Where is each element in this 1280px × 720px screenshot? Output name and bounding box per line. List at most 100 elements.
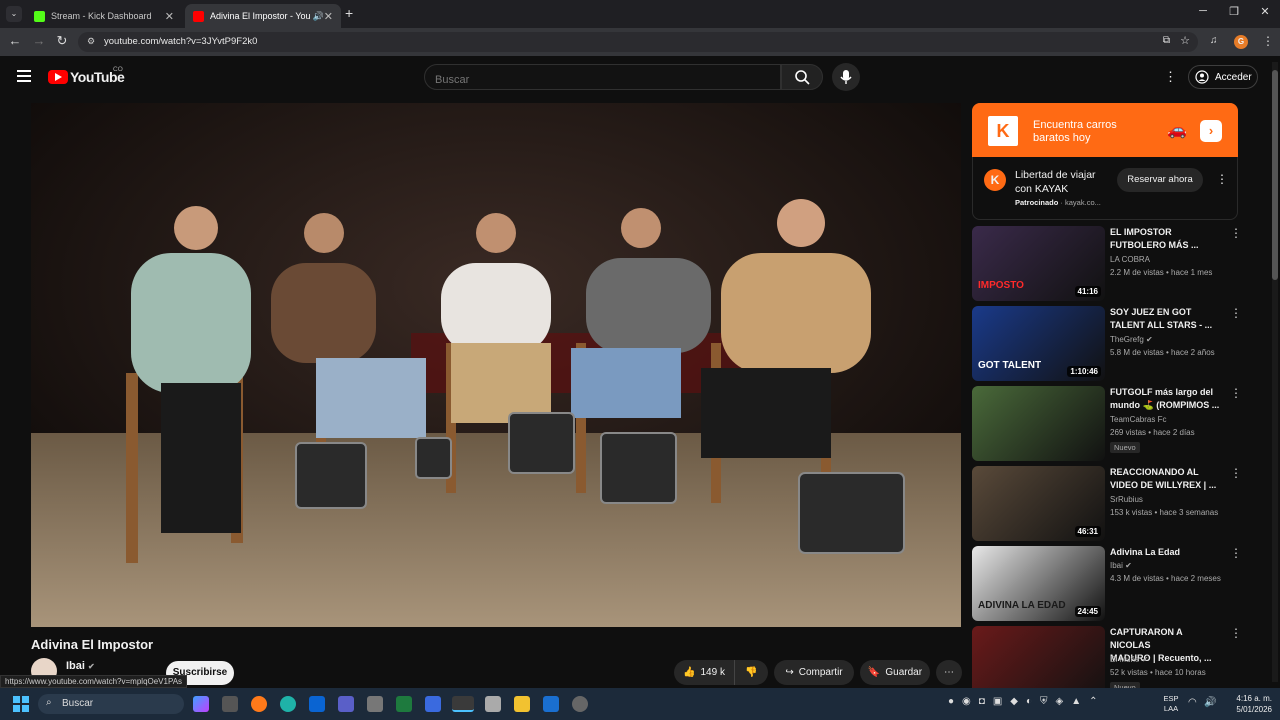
excel-icon[interactable] [396,696,412,712]
recommendation-channel[interactable]: El Muñe ✔ [1110,655,1148,664]
obs-icon[interactable] [572,696,588,712]
volume-icon[interactable]: 🔊 [1204,697,1216,708]
ad-cta-button[interactable]: Reservar ahora [1117,168,1203,192]
shield-icon[interactable]: ⛨ [1040,696,1048,712]
taskbar-clock[interactable]: 4:16 a. m. 5/01/2026 [1226,693,1272,715]
paint-icon[interactable] [485,696,501,712]
teams-icon[interactable] [338,696,354,712]
edge-icon[interactable] [280,696,296,712]
recommendation-title[interactable]: EL IMPOSTOR FUTBOLERO MÁS ... [1110,226,1222,252]
tray-app-icon[interactable]: ◆ [1010,696,1018,712]
ad-banner[interactable]: K Encuentra carros baratos hoy 🚗 › [972,103,1238,157]
windows-start-icon[interactable] [13,696,29,712]
more-actions-button[interactable]: ⋯ [936,660,962,685]
language-indicator[interactable]: ESP LAA [1160,694,1182,714]
task-view-icon[interactable] [222,696,238,712]
ad-more-icon[interactable]: ⋮ [1216,172,1228,186]
channel-name[interactable]: Ibai ✔ [66,660,95,672]
settings-menu-icon[interactable]: ⋮ [1164,70,1177,84]
back-icon[interactable]: ← [6,33,24,48]
forward-icon[interactable]: → [30,33,48,48]
copilot-icon[interactable] [193,696,209,712]
discord-icon[interactable]: ◘ [979,696,985,712]
recommendation-card[interactable]: FUTGOLF más largo del mundo ⛳ (ROMPIMOS .… [972,386,1242,461]
bookmark-star-icon[interactable]: ☆ [1180,34,1190,47]
ad-headline[interactable]: Libertad de viajar con KAYAK [1015,168,1115,196]
address-bar[interactable]: ⚙ youtube.com/watch?v=3JYvtP9F2k0 ⧉ ☆ [78,32,1198,52]
recommendation-card[interactable]: 46:31 REACCIONANDO AL VIDEO DE WILLYREX | … [972,466,1242,541]
outlook-icon[interactable] [309,696,325,712]
video-thumbnail[interactable]: GOT TALENT 1:10:46 [972,306,1105,381]
calculator-icon[interactable] [367,696,383,712]
file-explorer-icon[interactable] [514,696,530,712]
speaker-icon[interactable]: 🔊 [313,11,324,22]
like-button[interactable]: 👍 149 k [674,660,734,685]
video-thumbnail[interactable] [972,386,1105,461]
more-vertical-icon[interactable]: ⋮ [1230,386,1242,400]
profile-avatar[interactable]: G [1234,35,1248,49]
media-control-icon[interactable]: ♫ [1210,35,1218,46]
close-icon[interactable]: ✕ [165,10,174,23]
tab-youtube-video[interactable]: Adivina El Impostor - YouTu 🔊 ✕ [185,4,341,28]
new-tab-button[interactable]: + [345,5,353,21]
store-icon[interactable] [425,696,441,712]
recommendation-channel[interactable]: TheGrefg ✔ [1110,335,1153,344]
save-button[interactable]: 🔖 Guardar [860,660,930,685]
recommendation-channel[interactable]: TeamCabras Fc [1110,415,1166,424]
signin-button[interactable]: Acceder [1188,65,1258,89]
nvidia-icon[interactable]: ▲ [1071,696,1081,712]
advertiser-avatar[interactable]: K [984,169,1006,191]
dislike-button[interactable]: 👎 [734,660,768,685]
tray-app-icon[interactable]: ◐ [1026,696,1032,712]
tray-app-icon[interactable]: ▣ [993,696,1002,712]
search-input[interactable] [424,64,781,90]
recommendation-channel[interactable]: SrRubius [1110,495,1143,504]
word-icon[interactable] [543,696,559,712]
recommendation-card[interactable]: GOT TALENT 1:10:46 SOY JUEZ EN GOT TALENT A… [972,306,1242,381]
share-label: Compartir [798,667,843,678]
more-vertical-icon[interactable]: ⋮ [1230,546,1242,560]
tray-app-icon[interactable]: ● [948,696,954,712]
tab-search-button[interactable]: ⌄ [6,6,22,22]
chevron-right-icon[interactable]: › [1200,120,1222,142]
share-button[interactable]: ↪ Compartir [774,660,854,685]
hamburger-menu-icon[interactable] [17,70,31,82]
recommendation-card[interactable]: ADIVINA LA EDAD 24:45 Adivina La Edad Ibai … [972,546,1242,621]
recommendation-title[interactable]: Adivina La Edad [1110,546,1222,559]
install-app-icon[interactable]: ⧉ [1163,35,1170,46]
video-thumbnail[interactable]: IMPOSTO 41:16 [972,226,1105,301]
more-vertical-icon[interactable]: ⋮ [1230,466,1242,480]
wifi-icon[interactable]: ◠ [1188,697,1197,708]
video-player[interactable] [31,103,961,627]
reload-icon[interactable]: ↻ [53,33,71,49]
voice-search-button[interactable] [832,63,860,91]
recommendation-title[interactable]: FUTGOLF más largo del mundo ⛳ (ROMPIMOS .… [1110,386,1222,412]
taskbar-search[interactable]: ⌕ Buscar [38,694,184,714]
tray-app-icon[interactable]: ◈ [1056,696,1064,712]
recommendation-title[interactable]: SOY JUEZ EN GOT TALENT ALL STARS - ... [1110,306,1222,332]
more-vertical-icon[interactable]: ⋮ [1230,306,1242,320]
video-thumbnail[interactable]: 46:31 [972,466,1105,541]
recommendation-channel[interactable]: LA COBRA [1110,255,1150,264]
more-vertical-icon[interactable]: ⋮ [1230,226,1242,240]
site-info-icon[interactable]: ⚙ [87,36,95,47]
close-icon[interactable]: ✕ [324,10,333,23]
recommendation-title[interactable]: REACCIONANDO AL VIDEO DE WILLYREX | ... [1110,466,1222,492]
tray-app-icon[interactable]: ◉ [962,696,971,712]
chrome-icon[interactable] [452,696,474,712]
browser-menu-icon[interactable]: ⋮ [1262,34,1274,48]
more-vertical-icon[interactable]: ⋮ [1230,626,1242,640]
minimize-icon[interactable]: ─ [1193,5,1213,17]
recommendation-channel[interactable]: Ibai ✔ [1110,561,1132,570]
restore-icon[interactable]: ❐ [1224,5,1244,18]
system-tray[interactable]: ● ◉ ◘ ▣ ◆ ◐ ⛨ ◈ ▲ ⌃ [948,696,1148,712]
page-scrollbar[interactable] [1272,62,1278,682]
firefox-icon[interactable] [251,696,267,712]
tray-overflow-icon[interactable]: ⌃ [1089,696,1097,712]
video-thumbnail[interactable]: ADIVINA LA EDAD 24:45 [972,546,1105,621]
tab-kick-dashboard[interactable]: Stream - Kick Dashboard ✕ [26,4,182,28]
search-button[interactable] [781,64,823,90]
scrollbar-thumb[interactable] [1272,70,1278,280]
recommendation-card[interactable]: IMPOSTO 41:16 EL IMPOSTOR FUTBOLERO MÁS ...… [972,226,1242,301]
close-window-icon[interactable]: ✕ [1255,5,1275,18]
